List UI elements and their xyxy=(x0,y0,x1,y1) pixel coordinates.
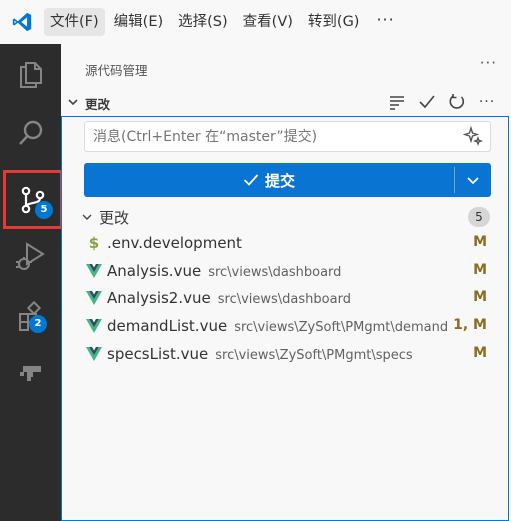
file-name: demandList.vue src\views\ZySoft\PMgmt\dem… xyxy=(107,317,448,335)
file-path: src\views\ZySoft\PMgmt\specs xyxy=(215,348,413,363)
file-row[interactable]: $ .env.development M xyxy=(61,230,511,257)
run-debug-icon xyxy=(15,242,45,270)
chevron-down-icon xyxy=(82,214,92,220)
file-status: M xyxy=(473,262,487,278)
file-path: src\views\dashboard xyxy=(217,292,351,307)
source-control-badge: 5 xyxy=(35,201,53,219)
file-name-label: .env.development xyxy=(107,234,242,252)
vue-icon xyxy=(86,262,102,280)
search-button[interactable] xyxy=(0,104,61,162)
menu-bar: 文件(F) 编辑(E) 选择(S) 查看(V) 转到(G) ··· xyxy=(44,8,403,36)
file-name: specsList.vue src\views\ZySoft\PMgmt\spec… xyxy=(107,345,413,363)
file-status: M xyxy=(473,289,487,305)
view-as-tree-button[interactable] xyxy=(387,92,407,112)
vscode-logo-icon xyxy=(12,12,32,32)
source-control-panel: 源代码管理 ··· 更改 ··· 提交 xyxy=(61,44,511,521)
changes-group-label: 更改 xyxy=(99,209,130,227)
source-control-button[interactable]: 5 xyxy=(3,170,63,229)
menu-edit[interactable]: 编辑(E) xyxy=(108,8,169,36)
run-debug-button[interactable] xyxy=(0,227,61,285)
section-toolbar: ··· xyxy=(387,92,497,112)
commit-check-button[interactable] xyxy=(417,92,437,112)
file-status: 1, M xyxy=(453,317,487,333)
commit-dropdown-button[interactable] xyxy=(455,163,491,197)
changes-count-badge: 5 xyxy=(468,207,490,227)
menu-view[interactable]: 查看(V) xyxy=(237,8,299,36)
file-name-label: Analysis2.vue xyxy=(107,289,211,307)
remote-explorer-button[interactable] xyxy=(0,344,61,402)
sparkle-icon xyxy=(463,126,483,146)
panel-title: 源代码管理 xyxy=(85,63,148,78)
chevron-down-icon xyxy=(467,177,479,185)
refresh-button[interactable] xyxy=(447,92,467,112)
remote-explorer-icon xyxy=(19,366,41,381)
panel-more-actions-button[interactable]: ··· xyxy=(480,54,497,72)
file-path: src\views\ZySoft\PMgmt\demand xyxy=(234,320,449,335)
file-row[interactable]: demandList.vue src\views\ZySoft\PMgmt\dem… xyxy=(61,313,511,340)
file-row[interactable]: Analysis.vue src\views\dashboard M xyxy=(61,258,511,285)
menu-selection[interactable]: 选择(S) xyxy=(172,8,234,36)
commit-button[interactable]: 提交 xyxy=(84,163,454,197)
file-row[interactable]: specsList.vue src\views\ZySoft\PMgmt\spec… xyxy=(61,341,511,368)
file-row[interactable]: Analysis2.vue src\views\dashboard M xyxy=(61,285,511,312)
file-path: src\views\dashboard xyxy=(208,265,342,280)
generate-message-button[interactable] xyxy=(462,125,484,147)
extensions-badge: 2 xyxy=(29,315,47,333)
vue-icon xyxy=(86,289,102,307)
files-icon xyxy=(19,62,42,88)
vue-icon xyxy=(86,317,102,335)
search-icon xyxy=(18,120,42,145)
check-icon xyxy=(419,95,435,109)
commit-button-group: 提交 xyxy=(84,163,491,197)
commit-message-input[interactable] xyxy=(84,121,491,152)
file-name-label: demandList.vue xyxy=(107,317,228,335)
list-icon xyxy=(390,96,404,110)
chevron-down-icon xyxy=(68,99,78,106)
title-bar: 文件(F) 编辑(E) 选择(S) 查看(V) 转到(G) ··· xyxy=(0,0,511,44)
file-name-label: specsList.vue xyxy=(107,345,209,363)
file-name: .env.development xyxy=(107,234,242,252)
section-title: 更改 xyxy=(85,97,111,112)
dollar-icon: $ xyxy=(88,234,100,252)
menu-file[interactable]: 文件(F) xyxy=(44,8,105,36)
menu-go[interactable]: 转到(G) xyxy=(302,8,366,36)
more-actions-button[interactable]: ··· xyxy=(477,92,497,112)
file-status: M xyxy=(473,234,487,250)
menu-more-button[interactable]: ··· xyxy=(368,8,402,36)
extensions-button[interactable]: 2 xyxy=(0,287,61,345)
check-icon xyxy=(243,174,259,186)
explorer-button[interactable] xyxy=(0,44,61,102)
commit-button-label: 提交 xyxy=(264,171,295,190)
file-name-label: Analysis.vue xyxy=(107,262,202,280)
file-status: M xyxy=(473,345,487,361)
file-name: Analysis2.vue src\views\dashboard xyxy=(107,289,351,307)
file-name: Analysis.vue src\views\dashboard xyxy=(107,262,341,280)
activity-bar: 5 2 xyxy=(0,44,63,521)
changes-group-header[interactable]: 更改 5 xyxy=(61,205,511,229)
changes-section-header[interactable]: 更改 ··· xyxy=(61,90,511,114)
vue-icon xyxy=(86,345,102,363)
refresh-icon xyxy=(449,94,465,109)
